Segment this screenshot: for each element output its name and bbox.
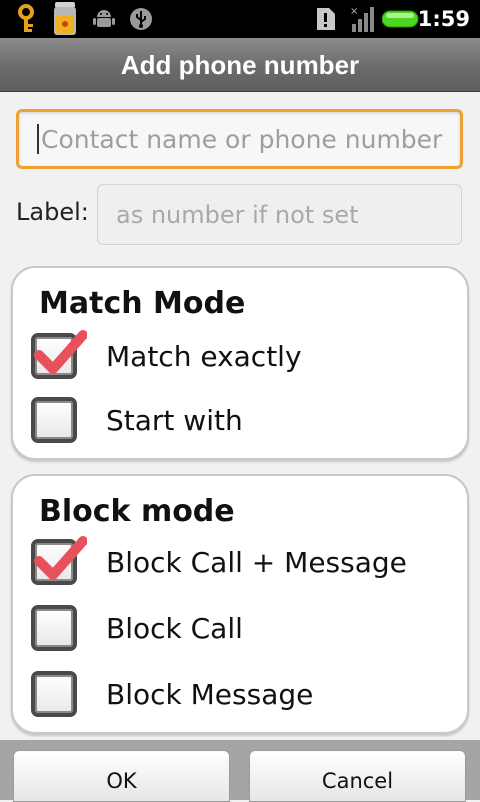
ok-button[interactable]: OK — [13, 750, 230, 802]
block-message-option[interactable]: Block Message — [31, 666, 451, 722]
text-caret — [37, 124, 39, 154]
battery-icon — [382, 4, 420, 34]
block-call-message-checkbox[interactable] — [31, 536, 87, 585]
contact-input[interactable]: Contact name or phone number — [16, 109, 463, 169]
cancel-button-label: Cancel — [321, 769, 394, 793]
block-message-label: Block Message — [106, 677, 314, 711]
dialog-title: Add phone number — [120, 50, 360, 80]
status-bar: × 1:59 — [0, 0, 480, 38]
block-call-option[interactable]: Block Call — [31, 600, 451, 656]
match-mode-panel: Match Mode Match exactly Start with — [11, 266, 469, 460]
contact-input-placeholder: Contact name or phone number — [41, 124, 443, 154]
label-input-placeholder: as number if not set — [116, 200, 359, 229]
match-mode-title: Match Mode — [39, 286, 246, 321]
svg-text:×: × — [350, 6, 358, 17]
start-with-checkbox[interactable] — [31, 397, 77, 443]
alert-icon — [314, 4, 336, 34]
block-mode-title: Block mode — [39, 494, 235, 529]
block-call-message-option[interactable]: Block Call + Message — [31, 534, 451, 590]
block-call-checkbox[interactable] — [31, 605, 77, 651]
ok-button-label: OK — [106, 769, 137, 793]
block-call-message-label: Block Call + Message — [106, 545, 407, 579]
block-call-label: Block Call — [106, 611, 243, 645]
match-exactly-option[interactable]: Match exactly — [31, 328, 451, 384]
block-message-checkbox[interactable] — [31, 671, 77, 717]
label-caption: Label: — [16, 198, 89, 226]
checkmark-icon — [34, 536, 87, 580]
android-icon — [92, 4, 116, 34]
checkmark-icon — [34, 330, 87, 374]
block-mode-panel: Block mode Block Call + Message Block Ca… — [11, 474, 469, 734]
match-exactly-label: Match exactly — [106, 339, 302, 373]
lock-battery-icon — [52, 2, 78, 35]
cancel-button[interactable]: Cancel — [249, 750, 466, 802]
label-input[interactable]: as number if not set — [97, 184, 462, 245]
start-with-option[interactable]: Start with — [31, 392, 451, 448]
usb-icon — [128, 4, 154, 34]
start-with-label: Start with — [106, 403, 243, 437]
signal-icon: × — [350, 4, 378, 34]
match-exactly-checkbox[interactable] — [31, 330, 87, 379]
dialog-title-bar: Add phone number — [0, 38, 480, 92]
key-icon — [14, 4, 38, 34]
clock: 1:59 — [417, 7, 470, 31]
